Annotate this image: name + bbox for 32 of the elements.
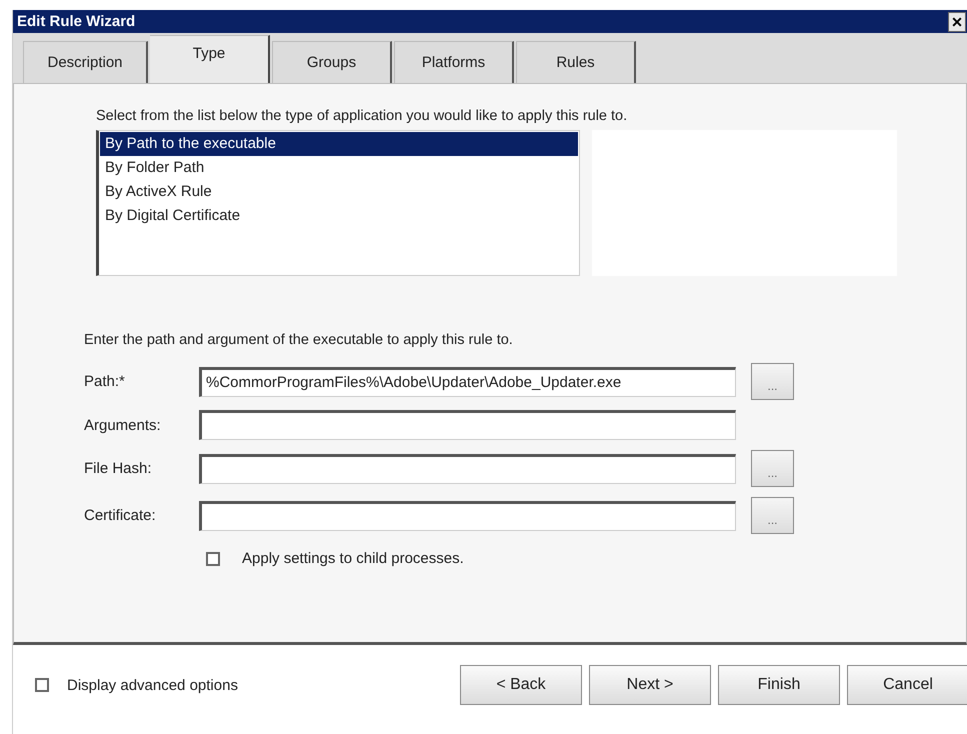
tab[interactable]: Type xyxy=(150,35,270,83)
checkbox-label: Display advanced options xyxy=(67,676,238,694)
tab[interactable]: Platforms xyxy=(394,41,514,83)
checkbox[interactable] xyxy=(35,678,49,692)
list-item[interactable]: By Digital Certificate xyxy=(100,204,578,228)
input-field[interactable] xyxy=(199,454,736,484)
browse-button[interactable]: ... xyxy=(751,497,794,534)
instruction-text: Select from the list below the type of application you would like to apply this rule to. xyxy=(96,108,628,124)
list-item[interactable]: By ActiveX Rule xyxy=(100,180,578,204)
tab[interactable]: Groups xyxy=(272,41,392,83)
field-label: Path:* xyxy=(84,373,126,390)
wizard-button[interactable]: < Back xyxy=(460,665,582,705)
input-field[interactable] xyxy=(199,410,736,440)
wizard-button[interactable]: Next > xyxy=(589,665,711,705)
list-item[interactable]: By Path to the executable xyxy=(100,132,578,156)
instruction-text: Enter the path and argument of the executable to apply this rule to. xyxy=(84,332,514,348)
input-field[interactable] xyxy=(199,500,736,530)
wizard-button[interactable]: Cancel xyxy=(847,665,967,705)
window-title: Edit Rule Wizard xyxy=(17,13,136,30)
tab[interactable]: Description xyxy=(23,41,148,83)
list-item[interactable]: By Folder Path xyxy=(100,156,578,180)
checkbox-label: Apply settings to child processes. xyxy=(242,550,464,567)
checkbox[interactable] xyxy=(206,552,220,566)
field-label: Arguments: xyxy=(84,416,162,434)
browse-button[interactable]: ... xyxy=(751,363,794,400)
wizard-button[interactable]: Finish xyxy=(718,665,840,705)
close-button[interactable]: × xyxy=(948,12,966,32)
tab[interactable]: Rules xyxy=(516,41,636,83)
field-label: Certificate: xyxy=(84,507,157,524)
input-field[interactable]: %CommorProgramFiles%\Adobe\Updater\Adobe_Updater.exe xyxy=(199,366,736,396)
field-label: File Hash: xyxy=(84,460,153,477)
browse-button[interactable]: ... xyxy=(751,450,794,487)
